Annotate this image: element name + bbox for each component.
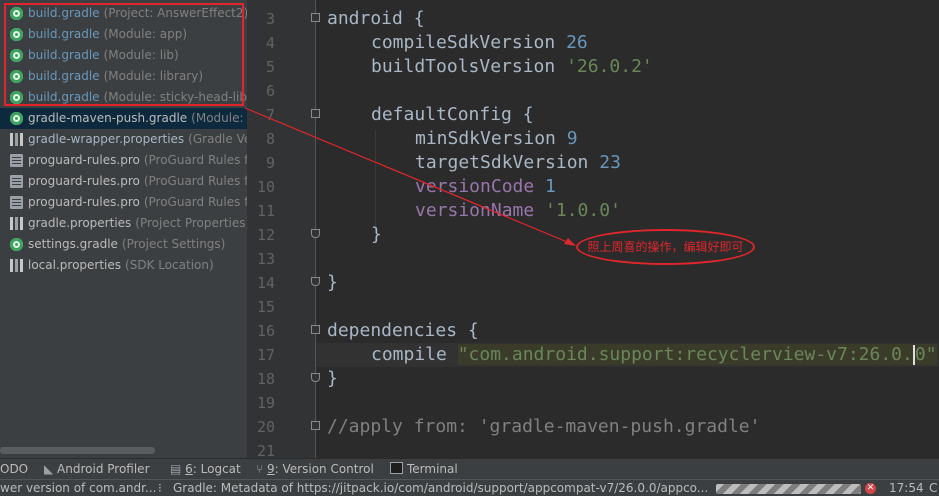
terminal-icon [390,462,403,474]
todo-label: ODO [0,462,29,476]
annotation-note: 照上周喜的操作，编辑好即可 [576,229,755,265]
gradle-status-text[interactable]: Gradle: Metadata of https://jitpack.io/c… [173,480,708,496]
terminal-tab[interactable]: Terminal [390,459,458,479]
logcat-tab[interactable]: ▤ 6: Logcat [170,459,241,479]
status-bar: wer version of com.andr... ⁝ Gradle: Met… [0,479,939,496]
caret-position[interactable]: 17:54 [889,480,924,496]
version-control-tab[interactable]: ⑂ 9: Version Control [256,459,374,479]
profiler-label: Android Profiler [57,462,150,476]
branch-icon: ⑂ [256,462,268,476]
cancel-icon[interactable]: ✕ [865,483,876,494]
logcat-icon: ▤ [170,462,186,476]
progress-bar [716,484,861,494]
status-separator-icon: ⁝ [158,481,162,495]
terminal-label: Terminal [407,462,458,476]
line-separator-indicator[interactable]: C [929,480,937,496]
logcat-shortcut: 6 [185,462,193,476]
tool-window-bar: ODO ◣ Android Profiler ▤ 6: Logcat ⑂ 9: … [0,458,939,479]
vc-shortcut: 9 [267,462,275,476]
profiler-icon: ◣ [44,462,58,476]
todo-tab[interactable]: ODO [0,459,28,479]
android-profiler-tab[interactable]: ◣ Android Profiler [44,459,150,479]
ide-window: build.gradle (Project: AnswerEffect2) buil… [0,0,939,496]
status-message[interactable]: wer version of com.andr... [0,480,156,496]
annotation-arrow [244,107,576,246]
vc-label: : Version Control [274,462,374,476]
logcat-label: : Logcat [192,462,241,476]
